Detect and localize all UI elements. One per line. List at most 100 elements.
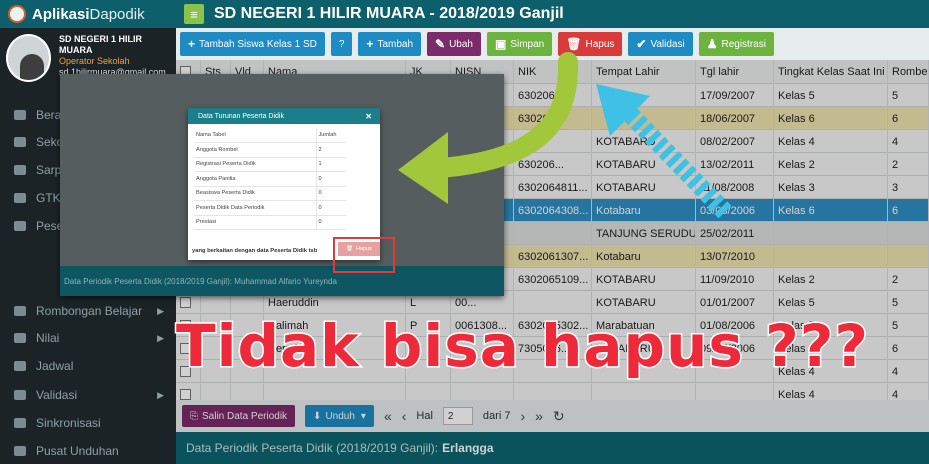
table-cell: Beasiswa Peserta Didik [194, 186, 316, 201]
table-cell: 0 [315, 215, 346, 230]
table-row: Anggota Panitia 0 [194, 171, 346, 187]
sidebar-item-validasi[interactable]: Validasi ▶ [0, 384, 176, 406]
dialog-title: Data Turunan Peserta Didik [198, 112, 284, 120]
brand[interactable]: Aplikasi Dapodik [0, 0, 176, 28]
table-cell-rombel: 2 [888, 268, 929, 291]
table-cell-tempat: KOTABARU [592, 268, 696, 291]
simpan-button[interactable]: ▣ Simpan [486, 32, 553, 56]
dialog-header: Data Turunan Peserta Didik ✕ [188, 108, 380, 124]
sidebar-item-pusat-unduhan[interactable]: Pusat Unduhan [0, 440, 176, 462]
brand-part1: Aplikasi [32, 5, 90, 23]
sidebar-item-label: Nilai [36, 331, 60, 345]
table-cell: Peserta Didik Data Periodik [194, 200, 316, 216]
tambah-button[interactable]: + Tambah [358, 32, 422, 56]
sidebar-item-label: Rombongan Belajar [36, 304, 143, 318]
prev-page-icon[interactable]: ‹ [402, 408, 407, 424]
table-cell-nik: 630206... [514, 107, 592, 130]
table-cell-rombel [888, 222, 929, 245]
salin-data-periodik-button[interactable]: ⎘ Salin Data Periodik [182, 405, 296, 427]
pager-bar: ⎘ Salin Data Periodik ⬇ Unduh ▾ « ‹ Hal 2 d… [176, 400, 929, 432]
highlight-box [333, 237, 395, 273]
page-number-input[interactable]: 2 [442, 407, 473, 425]
checkbox-icon[interactable] [180, 297, 191, 308]
sidebar-item-jadwal[interactable]: Jadwal [0, 355, 176, 377]
registrasi-button[interactable]: ♟ Registrasi [698, 32, 774, 56]
app-window: Aplikasi Dapodik SD NEGERI 1 HILIR MUARA … [0, 0, 929, 464]
last-page-icon[interactable]: » [535, 408, 543, 424]
table-cell: Prestasi [194, 215, 316, 230]
copy-icon: ⎘ [190, 410, 198, 422]
table-cell-tgl: 08/02/2007 [696, 130, 774, 153]
table-cell-nik: 6302065109... [514, 268, 592, 291]
tambah-siswa-kelas1-button[interactable]: + Tambah Siswa Kelas 1 SD [180, 32, 325, 56]
table-cell-tgl: 11/09/2010 [696, 268, 774, 291]
school-name: SD NEGERI 1 HILIR MUARA [59, 34, 143, 55]
table-cell-tgl: 11/08/2008 [696, 176, 774, 199]
page-title: SD NEGERI 1 HILIR MUARA - 2018/2019 Ganj… [214, 5, 564, 22]
refresh-icon[interactable]: ↻ [553, 408, 565, 425]
table-cell: 2 [315, 142, 346, 158]
plus-icon: + [366, 37, 374, 51]
unduh-button[interactable]: ⬇ Unduh ▾ [305, 405, 374, 427]
column-header: Jumlah [315, 128, 346, 143]
table-cell-kelas [774, 222, 888, 245]
page-label: Hal [416, 410, 433, 422]
sidebar-item-sinkronisasi[interactable]: Sinkronisasi [0, 412, 176, 434]
table-cell-rombel: 4 [888, 130, 929, 153]
check-icon: ✔ [636, 37, 647, 51]
table-cell-tgl: 18/06/2007 [696, 107, 774, 130]
download-icon: ⬇ [313, 410, 322, 422]
table-cell-nik: 6302061307... [514, 245, 592, 268]
hamburger-menu-icon[interactable]: ≡ [184, 4, 204, 24]
hapus-button[interactable]: 🗑 Hapus [558, 32, 623, 56]
button-label: Tambah [377, 38, 414, 50]
table-cell: 0 [315, 200, 346, 216]
table-cell-nik: 630206... [514, 153, 592, 176]
caption-text: Tidak bisa hapus ??? [175, 311, 870, 382]
column-header[interactable]: Tempat Lahir [592, 60, 696, 83]
table-row: Beasiswa Peserta Didik 0 [194, 186, 346, 201]
toolbar: + Tambah Siswa Kelas 1 SD ? + Tambah ✎ Ubah… [176, 28, 929, 60]
close-icon[interactable]: ✕ [365, 112, 372, 121]
table-cell-tempat [592, 84, 696, 107]
column-header[interactable]: Tingkat Kelas Saat Ini [774, 60, 888, 83]
table-cell: 0 [315, 171, 346, 187]
button-label: Unduh [325, 410, 355, 422]
table-cell-rombel: 2 [888, 153, 929, 176]
first-page-icon[interactable]: « [384, 408, 392, 424]
table-cell-rombel: 6 [888, 199, 929, 222]
table-row: Peserta Didik Data Periodik 0 [194, 200, 346, 216]
sidebar-item-nilai[interactable]: Nilai ▶ [0, 327, 176, 349]
table-cell-kelas: Kelas 3 [774, 176, 888, 199]
ubah-button[interactable]: ✎ Ubah [427, 32, 481, 56]
table-cell-rombel: 3 [888, 176, 929, 199]
sidebar-item-label: Sinkronisasi [36, 416, 101, 430]
users-icon [14, 361, 26, 371]
chevron-right-icon: ▶ [157, 305, 164, 316]
next-page-icon[interactable]: › [520, 408, 525, 424]
button-label: Tambah Siswa Kelas 1 SD [199, 38, 317, 50]
table-cell-tgl: 01/01/2007 [696, 291, 774, 314]
table-cell-rombel: 5 [888, 314, 929, 337]
sidebar-item-rombongan-belajar[interactable]: Rombongan Belajar ▶ [0, 300, 176, 322]
button-label: Hapus [585, 38, 615, 50]
table-cell-rombel: 6 [888, 107, 929, 130]
chevron-right-icon: ▶ [157, 332, 164, 343]
table-cell-rombel: 5 [888, 84, 929, 107]
help-button[interactable]: ? [330, 32, 353, 56]
trash-icon: 🗑 [566, 37, 582, 51]
page-total: dari 7 [482, 410, 511, 422]
table-cell: 1 [315, 157, 346, 172]
table-cell-rombel: 6 [888, 337, 929, 360]
validasi-button[interactable]: ✔ Validasi [628, 32, 693, 56]
table-cell-tempat: KOTABARU [592, 130, 696, 153]
column-header[interactable]: NIK [514, 60, 592, 83]
dependency-table: Nama Tabel Jumlah Anggota Rombel 2 Regist… [194, 128, 346, 230]
column-header[interactable]: Rombel [888, 60, 929, 83]
table-cell-tempat: KOTABARU [592, 176, 696, 199]
table-cell-tgl: 17/09/2007 [696, 84, 774, 107]
brand-part2: Dapodik [89, 5, 145, 23]
table-cell-kelas: Kelas 6 [774, 107, 888, 130]
column-header[interactable]: Tgl lahir [696, 60, 774, 83]
table-cell-tempat: Kotabaru [592, 199, 696, 222]
